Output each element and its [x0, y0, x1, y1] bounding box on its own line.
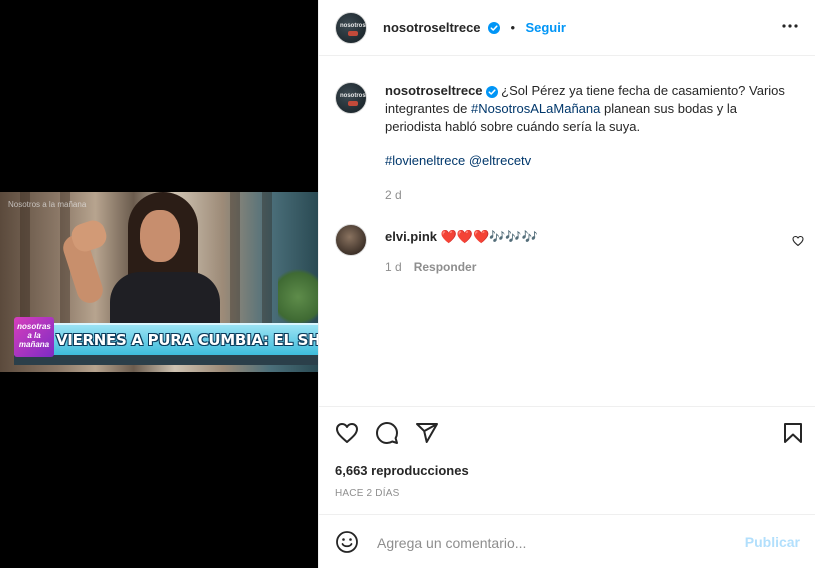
comment-input[interactable] [375, 532, 739, 554]
header-avatar[interactable]: nosotros [335, 12, 367, 44]
header-username[interactable]: nosotroseltrece [383, 20, 481, 35]
emoji-icon[interactable] [335, 530, 359, 554]
comment-bubble-icon[interactable] [375, 421, 399, 445]
save-bookmark-icon[interactable] [781, 421, 805, 445]
presenter-face [140, 210, 180, 262]
background-plant [278, 262, 318, 332]
commenter-avatar[interactable] [335, 224, 367, 256]
post-panel: nosotros nosotroseltrece • Seguir nosotr… [318, 0, 815, 568]
comments-area[interactable]: nosotros nosotroseltrece ¿Sol Pérez ya t… [319, 56, 815, 406]
background-stripe [262, 192, 272, 332]
comment-time[interactable]: 1 d [385, 260, 402, 274]
lower-third-band [14, 355, 318, 365]
more-options-icon[interactable] [780, 18, 800, 34]
avatar-logo-mark [348, 31, 358, 36]
comment-text: ❤️❤️❤️🎶🎶🎶 [440, 229, 538, 244]
background-stripe [20, 192, 30, 332]
post-time-ago[interactable]: HACE 2 DÍAS [335, 488, 399, 499]
comment-username[interactable]: elvi.pink [385, 229, 437, 244]
add-comment-bar: Publicar [319, 514, 815, 568]
caption-mention[interactable]: @eltrecetv [469, 153, 531, 168]
comment-meta: 1 d Responder [385, 258, 775, 276]
verified-icon [488, 21, 500, 34]
caption: nosotroseltrece ¿Sol Pérez ya tiene fech… [385, 82, 795, 204]
header-separator: • [510, 20, 516, 35]
post-media[interactable]: Nosotros a la mañana VIERNES A PURA CUMB… [0, 0, 318, 568]
views-count[interactable]: 6,663 reproducciones [335, 463, 469, 478]
publish-button[interactable]: Publicar [745, 534, 800, 550]
post-header: nosotros nosotroseltrece • Seguir [319, 0, 815, 56]
action-bar: 6,663 reproducciones HACE 2 DÍAS [319, 406, 815, 514]
video-frame[interactable]: Nosotros a la mañana VIERNES A PURA CUMB… [0, 192, 318, 372]
caption-time[interactable]: 2 d [385, 186, 795, 204]
avatar-text: nosotros [340, 93, 366, 99]
verified-icon [485, 85, 498, 98]
caption-avatar[interactable]: nosotros [335, 82, 367, 114]
comment: elvi.pink ❤️❤️❤️🎶🎶🎶 1 d Responder [385, 228, 775, 276]
caption-tags: #lovieneltrece @eltrecetv [385, 152, 795, 170]
caption-username[interactable]: nosotroseltrece [385, 83, 483, 98]
avatar-logo-mark [348, 101, 358, 106]
like-heart-icon[interactable] [335, 421, 359, 445]
share-send-icon[interactable] [415, 421, 439, 445]
background-stripe [230, 192, 240, 332]
header-user-line: nosotroseltrece • Seguir [383, 19, 566, 37]
caption-hashtag-2[interactable]: #lovieneltrece [385, 153, 465, 168]
avatar-text: nosotros [340, 23, 366, 29]
caption-hashtag-1[interactable]: #NosotrosALaMañana [471, 101, 600, 116]
lower-third-banner: VIERNES A PURA CUMBIA: EL SHOW DE ANDY [14, 323, 318, 357]
show-logo: nosotras a la mañana [14, 317, 54, 357]
reply-button[interactable]: Responder [414, 260, 477, 274]
comment-like-heart-icon[interactable] [792, 235, 804, 247]
lower-third-headline: VIERNES A PURA CUMBIA: EL SHOW DE ANDY [56, 331, 318, 349]
follow-button[interactable]: Seguir [525, 20, 565, 35]
video-watermark: Nosotros a la mañana [8, 200, 87, 209]
